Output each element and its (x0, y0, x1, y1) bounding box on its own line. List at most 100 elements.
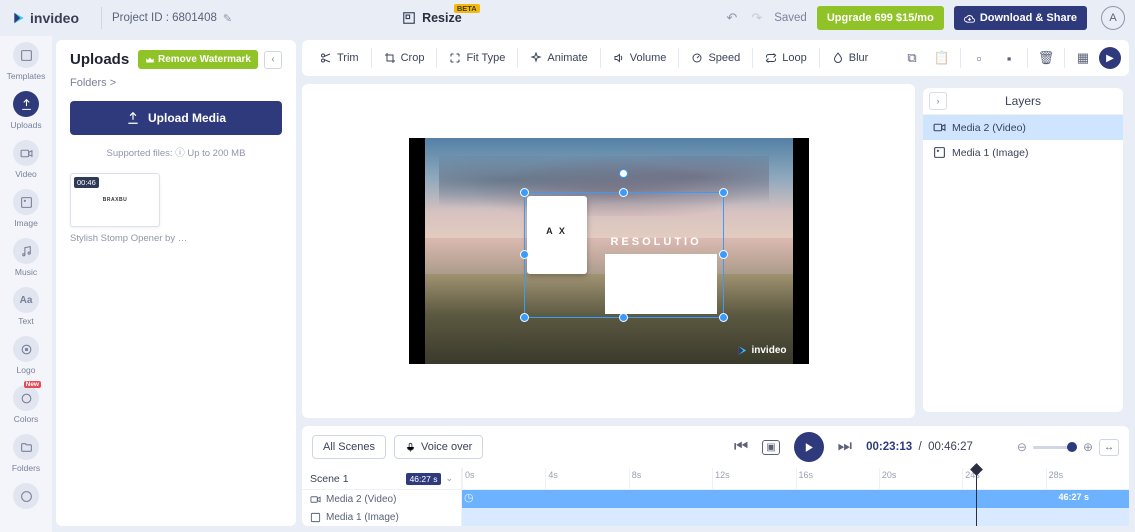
new-badge: New (24, 381, 41, 388)
blur-icon (832, 52, 844, 64)
collapse-panel-icon[interactable]: ‹ (264, 51, 282, 69)
volume-button[interactable]: Volume (603, 47, 677, 69)
edit-project-id-icon[interactable]: ✎ (223, 12, 232, 25)
rail-image[interactable]: Image (13, 189, 39, 228)
zoom-slider[interactable] (1033, 446, 1077, 449)
video-icon (933, 121, 946, 134)
rail-uploads[interactable]: Uploads (10, 91, 41, 130)
zoom-out-icon[interactable]: ⊖ (1017, 440, 1027, 454)
rail-text[interactable]: Aa Text (13, 287, 39, 326)
playhead[interactable] (976, 468, 977, 526)
crop-button[interactable]: Crop (374, 47, 435, 69)
trim-button[interactable]: Trim (310, 47, 369, 69)
fit-type-button[interactable]: Fit Type (439, 47, 515, 69)
animate-button[interactable]: Animate (520, 47, 597, 69)
prev-icon[interactable]: ⏮ (734, 438, 748, 456)
copy-icon[interactable]: ⧉ (898, 45, 926, 71)
project-id: Project ID : 6801408 (112, 12, 217, 24)
undo-icon[interactable]: ↶ (724, 10, 739, 26)
colors-icon (13, 385, 39, 411)
scissors-icon (320, 52, 332, 64)
play-button[interactable] (794, 432, 824, 462)
resize-button[interactable]: Resize (402, 11, 462, 25)
time-display: 00:23:13 / 00:46:27 (866, 441, 973, 453)
clip-video[interactable]: ◷ 46:27 s (462, 490, 1129, 508)
delete-icon[interactable]: 🗑 (1032, 45, 1060, 71)
fit-icon (449, 52, 461, 64)
crop-icon (384, 52, 396, 64)
layer-row[interactable]: Media 1 (Image) (923, 140, 1123, 165)
speed-button[interactable]: Speed (681, 47, 750, 69)
selection-box[interactable] (524, 192, 724, 318)
thumb-duration: 00:46 (74, 177, 99, 188)
layer-back-icon[interactable]: ▫ (965, 45, 993, 71)
grid-icon[interactable]: ▦ (1069, 45, 1097, 71)
handle-ml[interactable] (520, 250, 529, 259)
rail-music[interactable]: Music (13, 238, 39, 277)
chevron-down-icon[interactable]: ⌄ (445, 473, 453, 484)
rail-folders[interactable]: Folders (12, 434, 40, 473)
all-scenes-button[interactable]: All Scenes (312, 435, 386, 459)
uploads-icon (13, 91, 39, 117)
next-icon[interactable]: ⏭ (838, 438, 852, 456)
scene-header[interactable]: Scene 1 46:27 s ⌄ (302, 468, 461, 490)
paste-icon[interactable]: 📋 (928, 45, 956, 71)
blur-button[interactable]: Blur (822, 47, 879, 69)
video-preview[interactable]: A X RESOLUTIO (409, 138, 809, 364)
voice-over-button[interactable]: Voice over (394, 435, 483, 459)
handle-mr[interactable] (719, 250, 728, 259)
watermark: invideo (737, 345, 786, 356)
media-thumbnail[interactable]: 00:46 BRAXBU (70, 173, 160, 227)
clock-icon: ◷ (464, 491, 474, 504)
video-icon (13, 140, 39, 166)
upload-media-button[interactable]: Upload Media (70, 101, 282, 135)
supported-files: Supported files: ⓘ Up to 200 MB (70, 145, 282, 159)
rail-colors[interactable]: New Colors (13, 385, 39, 424)
layers-panel: › Layers Media 2 (Video) Media 1 (Image) (923, 88, 1123, 412)
handle-bm[interactable] (619, 313, 628, 322)
clip-image[interactable] (462, 508, 1129, 526)
resize-icon (402, 11, 416, 25)
stop-icon[interactable]: ▣ (762, 440, 779, 455)
zoom-fit-button[interactable]: ↔ (1099, 439, 1119, 456)
music-icon (13, 238, 39, 264)
canvas[interactable]: A X RESOLUTIO (302, 84, 915, 418)
logo-icon (13, 336, 39, 362)
layer-front-icon[interactable]: ▪ (995, 45, 1023, 71)
brand-logo[interactable]: invideo (0, 10, 91, 26)
handle-tl[interactable] (520, 188, 529, 197)
folders-breadcrumb[interactable]: Folders > (70, 77, 282, 89)
zoom-in-icon[interactable]: ⊕ (1083, 440, 1093, 454)
layer-row[interactable]: Media 2 (Video) (923, 115, 1123, 140)
image-icon (13, 189, 39, 215)
layers-title: Layers (1005, 94, 1041, 108)
remove-watermark-button[interactable]: Remove Watermark (138, 50, 258, 69)
handle-br[interactable] (719, 313, 728, 322)
handle-tr[interactable] (719, 188, 728, 197)
upgrade-button[interactable]: Upgrade 699 $15/mo (817, 6, 944, 30)
timeline-ruler[interactable]: 0s 4s 8s 12s 16s 20s 24s 28s (462, 468, 1129, 490)
redo-icon[interactable]: ↷ (749, 10, 764, 26)
loop-icon (765, 52, 777, 64)
handle-bl[interactable] (520, 313, 529, 322)
panel-title: Uploads (70, 51, 129, 68)
handle-rotate[interactable] (619, 169, 628, 178)
track-label[interactable]: Media 2 (Video) (302, 490, 461, 508)
layers-collapse-icon[interactable]: › (929, 92, 947, 110)
handle-tm[interactable] (619, 188, 628, 197)
rail-logo[interactable]: Logo (13, 336, 39, 375)
preview-play-icon[interactable]: ▶ (1099, 47, 1121, 69)
rail-templates[interactable]: Templates (7, 42, 46, 81)
avatar[interactable]: A (1101, 6, 1125, 30)
nav-rail: Templates Uploads Video Image Music Aa T… (0, 36, 52, 532)
thumb-preview-text: BRAXBU (103, 197, 127, 203)
sparkle-icon (530, 52, 542, 64)
download-share-button[interactable]: Download & Share (954, 6, 1087, 30)
rail-more[interactable] (13, 483, 39, 509)
loop-button[interactable]: Loop (755, 47, 816, 69)
volume-icon (613, 52, 625, 64)
rail-video[interactable]: Video (13, 140, 39, 179)
track-label[interactable]: Media 1 (Image) (302, 508, 461, 526)
timeline: All Scenes Voice over ⏮ ▣ ⏭ 00:23:13 / 0… (302, 426, 1129, 526)
saved-status: Saved (774, 12, 807, 24)
